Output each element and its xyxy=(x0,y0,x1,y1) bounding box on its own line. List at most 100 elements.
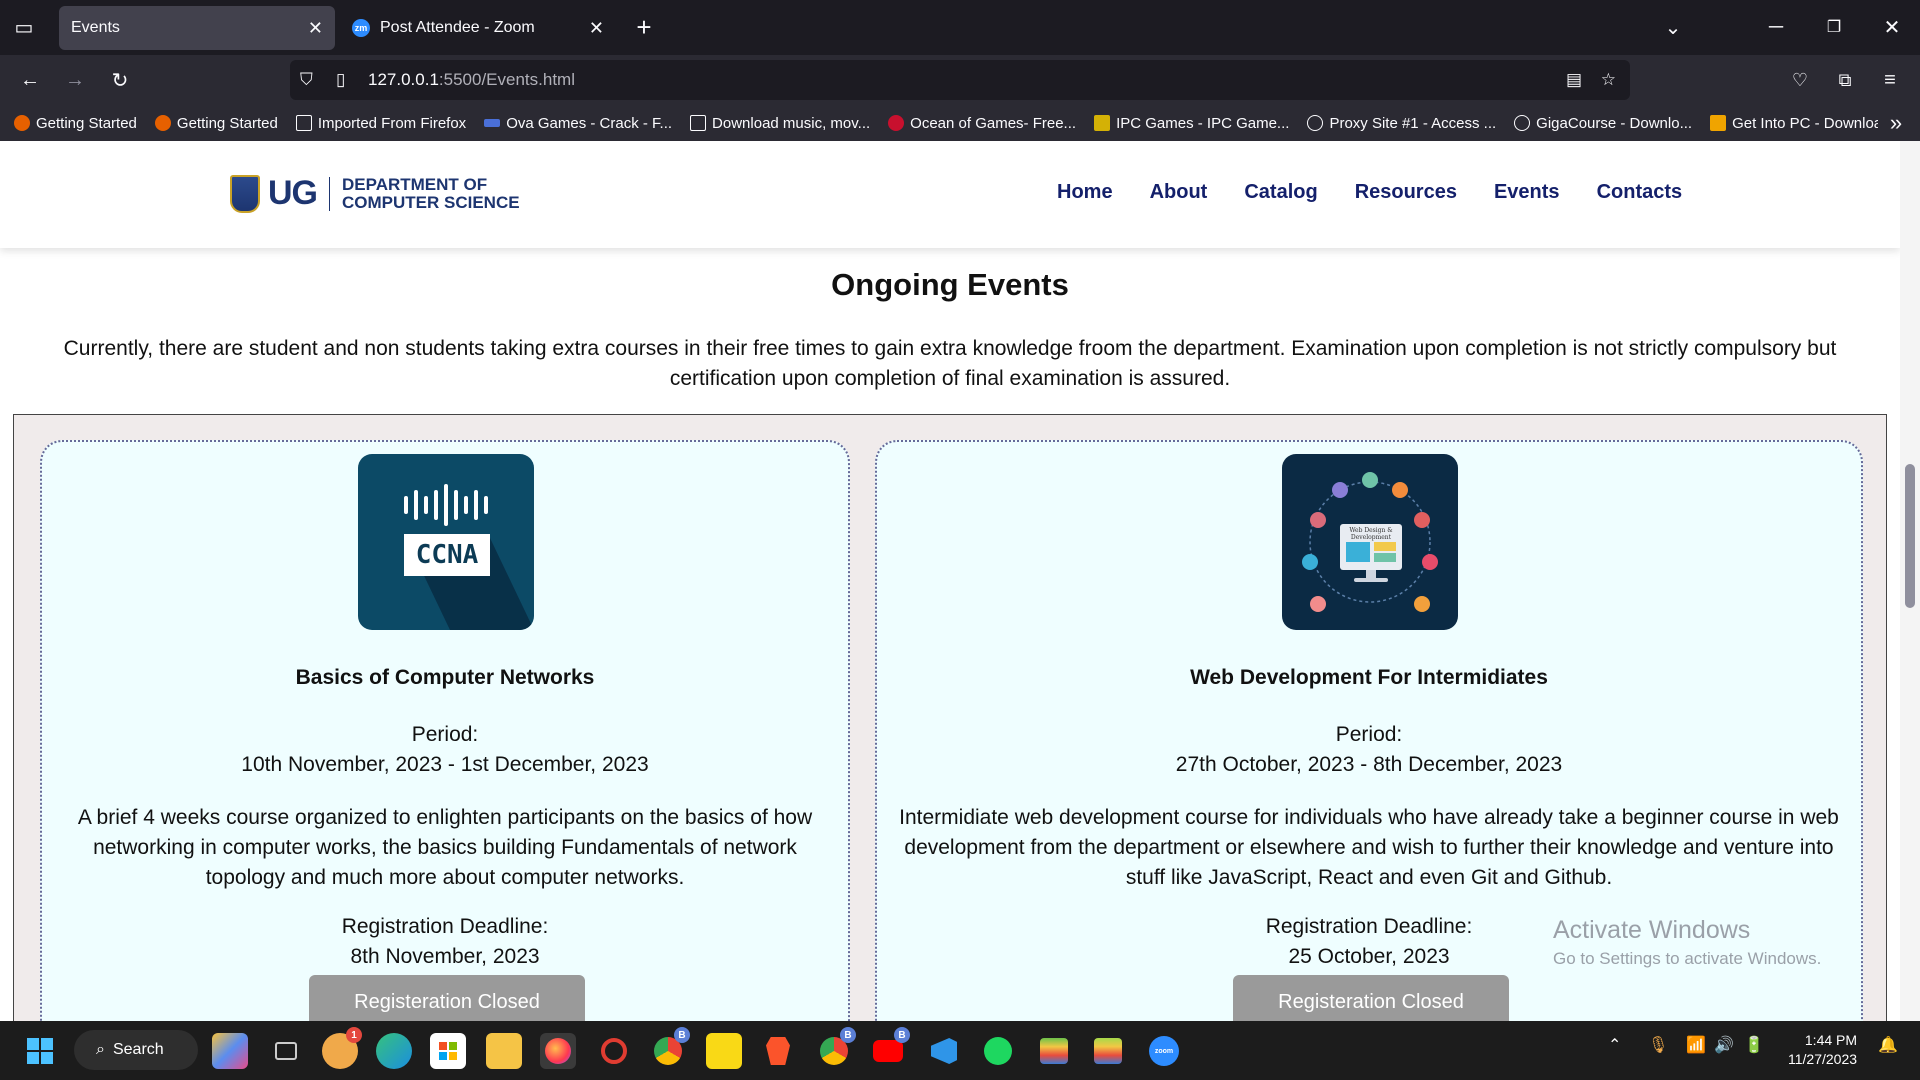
logo-divider xyxy=(329,176,330,211)
task-view-icon[interactable] xyxy=(268,1033,304,1069)
window-close-icon[interactable]: ✕ xyxy=(1874,9,1910,45)
wifi-icon[interactable]: 📶 xyxy=(1686,1035,1706,1055)
ova-icon xyxy=(484,119,501,127)
getintopc-icon xyxy=(1710,115,1727,131)
ccna-image-text: CCNA xyxy=(415,540,479,570)
close-icon[interactable]: ✕ xyxy=(589,18,604,39)
tab-events[interactable]: Events ✕ xyxy=(59,6,335,50)
bookmarks-overflow-icon[interactable]: » xyxy=(1878,105,1914,141)
extensions-icon[interactable]: ⧉ xyxy=(1827,62,1863,98)
bookmark-item[interactable]: Getting Started xyxy=(14,115,137,132)
bookmark-item[interactable]: Getting Started xyxy=(154,115,278,132)
crest-icon xyxy=(230,174,260,213)
nav-resources[interactable]: Resources xyxy=(1355,181,1457,204)
url-path: :5500/Events.html xyxy=(438,70,575,89)
watermark-line1: Activate Windows xyxy=(1553,916,1751,944)
folder-icon xyxy=(295,115,312,131)
clock-time: 1:44 PM xyxy=(1804,1032,1858,1048)
bookmark-item[interactable]: GigaCourse - Downlo... xyxy=(1514,115,1692,132)
zoom-icon: zm xyxy=(352,19,370,37)
edge-icon[interactable] xyxy=(376,1033,412,1069)
bluestacks-icon[interactable] xyxy=(1036,1033,1072,1069)
bookmark-label: Getting Started xyxy=(36,114,137,132)
nav-events[interactable]: Events xyxy=(1494,181,1560,204)
watermark-line2: Go to Settings to activate Windows. xyxy=(1553,949,1822,968)
shield-icon[interactable]: ⛉ xyxy=(300,70,322,90)
notification-bell-icon[interactable]: 🔔 xyxy=(1878,1035,1898,1055)
zoom-taskbar-icon[interactable]: zoom xyxy=(1146,1033,1182,1069)
chevron-down-icon[interactable]: ⌄ xyxy=(1655,9,1691,45)
url-bar[interactable]: ⛉ ▯ 127.0.0.1:5500/Events.html ▤ ☆ xyxy=(290,60,1630,100)
bookmark-label: Get Into PC - Downloa... xyxy=(1732,114,1895,132)
microphone-icon[interactable]: 🎙 xyxy=(1648,1035,1668,1055)
registration-closed-button[interactable]: Registeration Closed xyxy=(1233,975,1509,1021)
logo-department: DEPARTMENT OF COMPUTER SCIENCE xyxy=(342,175,520,212)
taskbar-search[interactable]: ⌕ Search xyxy=(74,1030,198,1070)
widgets-icon[interactable]: 1 xyxy=(322,1027,362,1069)
firefox-taskbar-icon[interactable] xyxy=(540,1033,576,1069)
reload-icon[interactable]: ↻ xyxy=(102,62,138,98)
menu-icon[interactable]: ≡ xyxy=(1872,62,1908,98)
bookmark-star-icon[interactable]: ☆ xyxy=(1601,70,1616,90)
page-icon: ▯ xyxy=(336,70,346,89)
tab-list-icon[interactable]: ▭ xyxy=(6,9,42,45)
spotify-icon[interactable] xyxy=(980,1033,1016,1069)
nav-catalog[interactable]: Catalog xyxy=(1244,181,1317,204)
nav-home[interactable]: Home xyxy=(1057,181,1113,204)
globe-icon xyxy=(1514,115,1531,131)
event-title: Basics of Computer Networks xyxy=(295,666,595,689)
brave-icon[interactable] xyxy=(760,1033,796,1069)
bookmark-item[interactable]: Proxy Site #1 - Access ... xyxy=(1307,115,1496,132)
chrome-profile-icon[interactable]: B xyxy=(816,1027,856,1069)
bookmark-item[interactable]: IPC Games - IPC Game... xyxy=(1094,115,1289,132)
sticky-notes-icon[interactable] xyxy=(706,1033,742,1069)
pocket-icon[interactable]: ♡ xyxy=(1782,62,1818,98)
back-icon[interactable]: ← xyxy=(12,62,48,98)
youtube-icon[interactable]: B xyxy=(870,1027,910,1069)
bookmark-item[interactable]: Ocean of Games- Free... xyxy=(888,115,1076,132)
period-value: 10th November, 2023 - 1st December, 2023 xyxy=(241,753,649,776)
copilot-icon[interactable] xyxy=(212,1033,248,1069)
volume-icon[interactable]: 🔊 xyxy=(1714,1035,1734,1055)
vscode-icon[interactable] xyxy=(926,1033,962,1069)
bluestacks-x-icon[interactable] xyxy=(1090,1033,1126,1069)
show-hidden-icons[interactable]: ⌃ xyxy=(1608,1035,1621,1055)
section-title: Ongoing Events xyxy=(831,267,1069,302)
page-scrollbar[interactable] xyxy=(1900,141,1920,1021)
reader-view-icon[interactable]: ▤ xyxy=(1566,70,1582,90)
store-icon[interactable] xyxy=(430,1033,466,1069)
chrome-icon[interactable]: B xyxy=(650,1027,690,1069)
restore-icon[interactable]: ❐ xyxy=(1816,9,1852,45)
bookmark-item[interactable]: Get Into PC - Downloa... xyxy=(1710,115,1895,132)
battery-icon[interactable]: 🔋 xyxy=(1744,1035,1764,1055)
zoom-label: zoom xyxy=(1149,1036,1179,1066)
minimize-icon[interactable]: ─ xyxy=(1758,9,1794,45)
close-icon[interactable]: ✕ xyxy=(308,18,323,39)
bookmark-item[interactable]: Ova Games - Crack - F... xyxy=(484,115,672,132)
download-icon xyxy=(690,115,707,131)
nav-about[interactable]: About xyxy=(1150,181,1208,204)
ccleaner-icon[interactable] xyxy=(596,1033,632,1069)
scrollbar-thumb[interactable] xyxy=(1905,464,1915,608)
webdev-image-text: Web Design & Development xyxy=(1349,527,1393,541)
web-page: UG DEPARTMENT OF COMPUTER SCIENCE Home A… xyxy=(0,141,1920,1021)
windows-start-icon[interactable] xyxy=(22,1033,58,1069)
tab-title: Post Attendee - Zoom xyxy=(380,19,535,36)
file-explorer-icon[interactable] xyxy=(486,1033,522,1069)
firefox-icon xyxy=(154,115,171,131)
tab-title: Events xyxy=(71,19,120,36)
site-logo[interactable]: UG DEPARTMENT OF COMPUTER SCIENCE xyxy=(230,174,520,213)
system-clock[interactable]: 1:44 PM 11/27/2023 xyxy=(1788,1031,1857,1069)
deadline-label: Registration Deadline: xyxy=(341,915,549,938)
tab-zoom[interactable]: zm Post Attendee - Zoom ✕ xyxy=(340,6,616,50)
bookmark-label: Ocean of Games- Free... xyxy=(910,114,1077,132)
url-text: 127.0.0.1:5500/Events.html xyxy=(368,70,575,90)
bookmark-item[interactable]: Download music, mov... xyxy=(690,115,870,132)
registration-closed-button[interactable]: Registeration Closed xyxy=(309,975,585,1021)
bookmark-item[interactable]: Imported From Firefox xyxy=(295,115,466,132)
forward-icon[interactable]: → xyxy=(57,62,93,98)
nav-contacts[interactable]: Contacts xyxy=(1597,181,1683,204)
new-tab-icon[interactable]: + xyxy=(626,9,662,45)
event-description: A brief 4 weeks course organized to enli… xyxy=(77,806,813,889)
activate-windows-watermark: Activate Windows Go to Settings to activ… xyxy=(1553,916,1821,969)
